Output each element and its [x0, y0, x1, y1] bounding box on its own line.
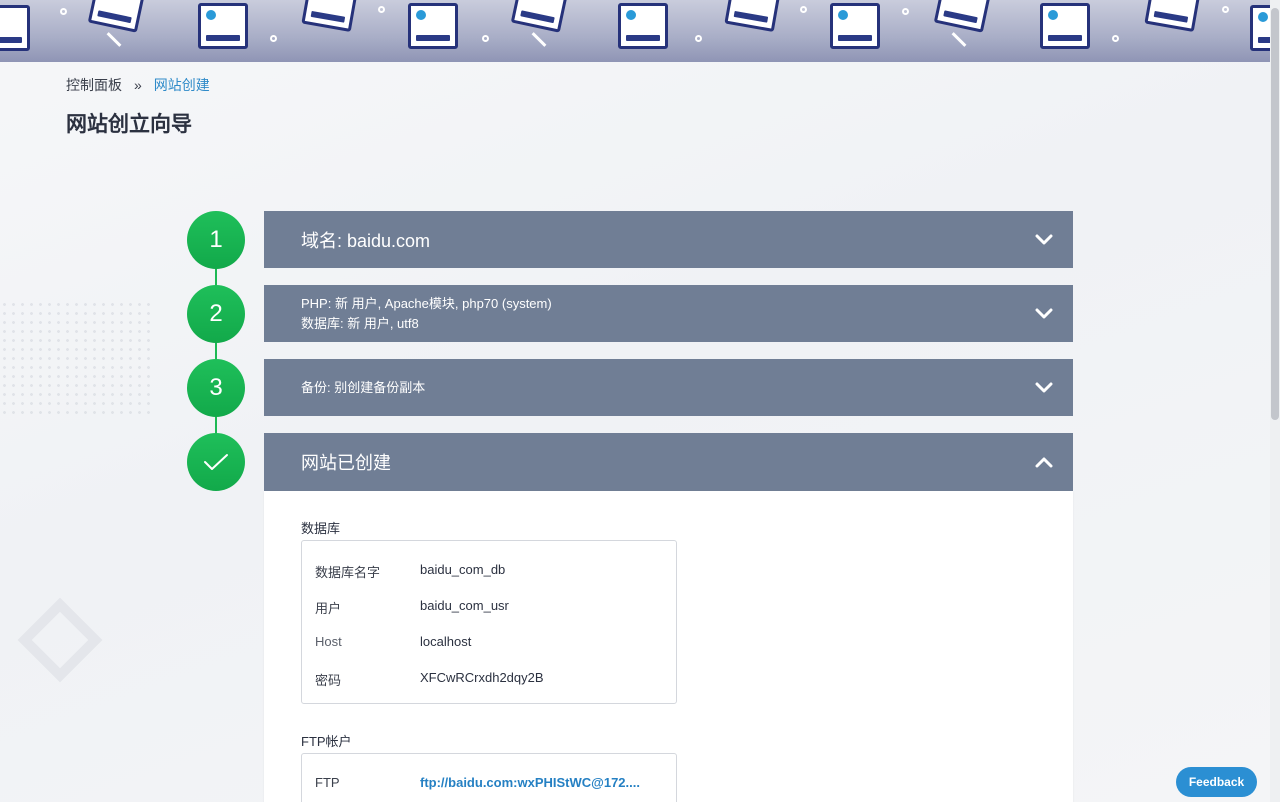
step-1-badge: 1 — [187, 211, 245, 269]
wand-icon — [951, 32, 967, 47]
database-password-row: 密码 XFCwRCrxdh2dqy2B — [315, 670, 544, 689]
breadcrumb-separator: » — [134, 77, 142, 93]
page-scrollbar[interactable] — [1270, 0, 1280, 802]
step-4-title: 网站已创建 — [301, 453, 391, 473]
ftp-link[interactable]: ftp://baidu.com:wxPHIStWC@172.... — [420, 775, 640, 790]
top-banner — [0, 0, 1270, 62]
step-4-badge-checkmark — [187, 433, 245, 491]
browser-window-icon — [830, 3, 880, 49]
checkmark-icon — [204, 454, 228, 470]
browser-window-icon — [1040, 3, 1090, 49]
chevron-down-icon — [1035, 234, 1053, 244]
database-host-row: Host localhost — [315, 634, 471, 649]
database-name-value: baidu_com_db — [420, 562, 506, 577]
step-2-database-line: 数据库: 新 用户, utf8 — [301, 315, 419, 331]
ftp-row: FTP ftp://baidu.com:wxPHIStWC@172.... — [315, 775, 640, 790]
step-3-badge: 3 — [187, 359, 245, 417]
database-info-box: 数据库名字 baidu_com_db 用户 baidu_com_usr Host… — [301, 540, 677, 704]
step-2-panel-php-database[interactable]: PHP: 新 用户, Apache模块, php70 (system) 数据库:… — [264, 285, 1073, 342]
browser-window-icon — [1250, 5, 1270, 51]
breadcrumb-root-link[interactable]: 控制面板 — [66, 75, 122, 95]
browser-window-icon — [87, 0, 147, 33]
database-host-value: localhost — [420, 634, 472, 649]
circle-icon — [378, 6, 385, 13]
circle-icon — [695, 35, 702, 42]
database-user-value: baidu_com_usr — [420, 598, 509, 613]
database-name-key: 数据库名字 — [315, 565, 381, 580]
browser-window-icon — [933, 0, 993, 33]
browser-window-icon — [0, 5, 30, 51]
step-4-panel-site-created[interactable]: 网站已创建 — [264, 433, 1073, 491]
step-2-php-line: PHP: 新 用户, Apache模块, php70 (system) — [301, 295, 552, 311]
scrollbar-thumb[interactable] — [1271, 8, 1279, 420]
database-password-value: XFCwRCrxdh2dqy2B — [420, 670, 544, 685]
step-1-panel-domain[interactable]: 域名: baidu.com — [264, 211, 1073, 268]
ftp-key: FTP — [315, 775, 340, 790]
step-3-title: 备份: 别创建备份副本 — [301, 379, 426, 395]
ftp-section-label: FTP帐户 — [301, 734, 352, 749]
database-name-row: 数据库名字 baidu_com_db — [315, 562, 505, 581]
breadcrumb-current-link[interactable]: 网站创建 — [154, 75, 210, 95]
circle-icon — [60, 8, 67, 15]
feedback-button[interactable]: Feedback — [1176, 767, 1257, 797]
chevron-up-icon — [1035, 457, 1053, 468]
circle-icon — [270, 35, 277, 42]
browser-window-icon — [408, 3, 458, 49]
step-1-title: 域名: baidu.com — [301, 230, 431, 251]
browser-window-icon — [618, 3, 668, 49]
database-section-label: 数据库 — [301, 521, 341, 536]
ftp-info-box: FTP ftp://baidu.com:wxPHIStWC@172.... — [301, 753, 677, 802]
background-dot-pattern — [0, 300, 150, 420]
circle-icon — [800, 6, 807, 13]
browser-window-icon — [301, 0, 359, 32]
database-password-key: 密码 — [315, 673, 342, 688]
chevron-down-icon — [1035, 382, 1053, 392]
wand-icon — [531, 32, 547, 47]
wand-icon — [106, 32, 122, 47]
background-diamond-shape — [17, 597, 103, 683]
browser-window-icon — [510, 0, 570, 33]
site-created-details: 数据库 数据库名字 baidu_com_db 用户 baidu_com_usr … — [264, 491, 1073, 802]
page-title: 网站创立向导 — [66, 113, 192, 136]
step-connector-line — [215, 240, 217, 462]
browser-window-icon — [724, 0, 782, 32]
circle-icon — [482, 35, 489, 42]
browser-window-icon — [198, 3, 248, 49]
circle-icon — [1112, 35, 1119, 42]
database-host-key: Host — [315, 634, 342, 649]
circle-icon — [1222, 6, 1229, 13]
browser-window-icon — [1144, 0, 1202, 32]
database-user-key: 用户 — [315, 601, 342, 616]
database-user-row: 用户 baidu_com_usr — [315, 598, 509, 617]
step-2-badge: 2 — [187, 285, 245, 343]
circle-icon — [902, 8, 909, 15]
chevron-down-icon — [1035, 308, 1053, 318]
step-3-panel-backup[interactable]: 备份: 别创建备份副本 — [264, 359, 1073, 416]
breadcrumb: 控制面板 » 网站创建 — [66, 75, 210, 95]
